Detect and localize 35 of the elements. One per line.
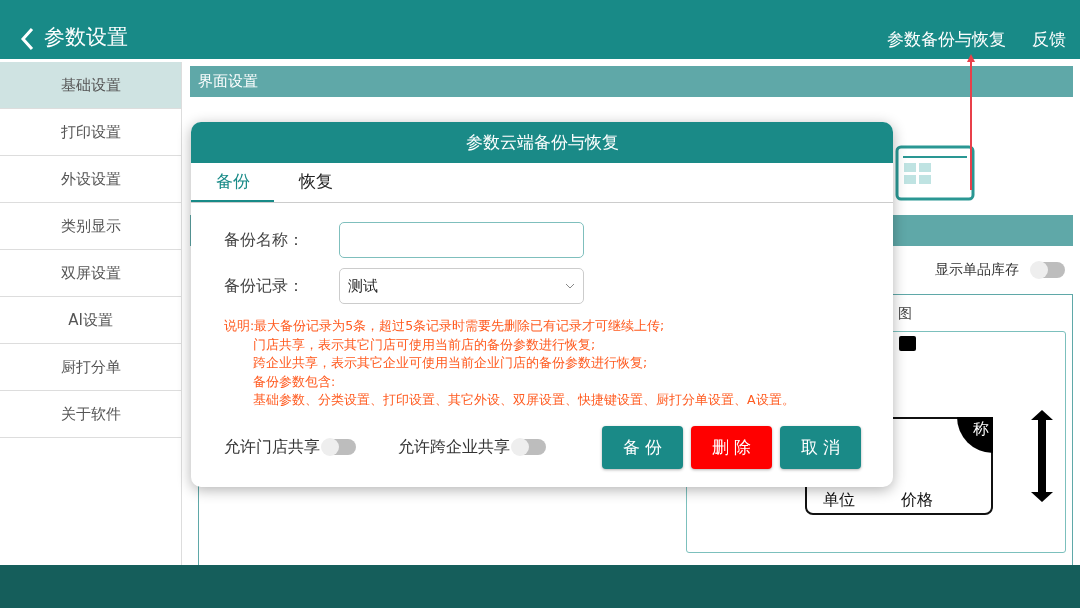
- field-label: 备份记录：: [224, 275, 305, 297]
- dialog-title: 参数云端备份与恢复: [191, 122, 893, 163]
- stock-toggle[interactable]: [1031, 262, 1065, 278]
- note-text: 门店共享，表示其它门店可使用当前店的备份参数进行恢复;: [252, 335, 597, 354]
- header-link[interactable]: 反馈: [1032, 28, 1066, 51]
- dialog-tab[interactable]: 备份: [191, 163, 274, 202]
- header-link[interactable]: 参数备份与恢复: [887, 28, 1006, 51]
- section-header: 界面设置: [190, 66, 1073, 97]
- note-text: 说明:最大备份记录为5条，超过5条记录时需要先删除已有记录才可继续上传;: [224, 317, 666, 335]
- name-input[interactable]: [339, 222, 584, 258]
- preview-label: 图: [898, 305, 913, 323]
- page-title: 参数设置: [44, 24, 129, 51]
- note-text: 基础参数、分类设置、打印设置、其它外设、双屏设置、快捷键设置、厨打分单设置、A设置。: [252, 391, 796, 409]
- note-text: 跨企业共享，表示其它企业可使用当前企业门店的备份参数进行恢复;: [252, 354, 649, 372]
- field-label: 备份名称：: [224, 229, 305, 251]
- share-toggle[interactable]: [512, 439, 546, 455]
- tab-marker: [899, 336, 916, 351]
- toggle-label: 允许跨企业共享: [398, 436, 510, 458]
- back-icon[interactable]: [20, 27, 34, 51]
- record-select[interactable]: 测试: [339, 268, 584, 304]
- layout-icon[interactable]: [895, 145, 975, 201]
- note-text: 备份参数包含:: [252, 372, 337, 391]
- price-label: 价格: [901, 490, 933, 511]
- delete-button[interactable]: 删 除: [691, 425, 772, 469]
- share-toggle[interactable]: [322, 439, 356, 455]
- double-arrow-icon: [1031, 410, 1053, 502]
- dialog-tab[interactable]: 恢复: [274, 163, 357, 202]
- dialog-button[interactable]: 取 消: [780, 425, 861, 469]
- unit-label: 单位: [823, 490, 855, 511]
- toggle-label: 允许门店共享: [224, 436, 320, 458]
- toggle-label: 显示单品库存: [935, 261, 1019, 279]
- dialog-button[interactable]: 备 份: [602, 425, 683, 469]
- sidebar-item[interactable]: 基础设置: [0, 62, 181, 109]
- chevron-down-icon: [565, 283, 575, 289]
- corner-label: 称: [957, 417, 993, 453]
